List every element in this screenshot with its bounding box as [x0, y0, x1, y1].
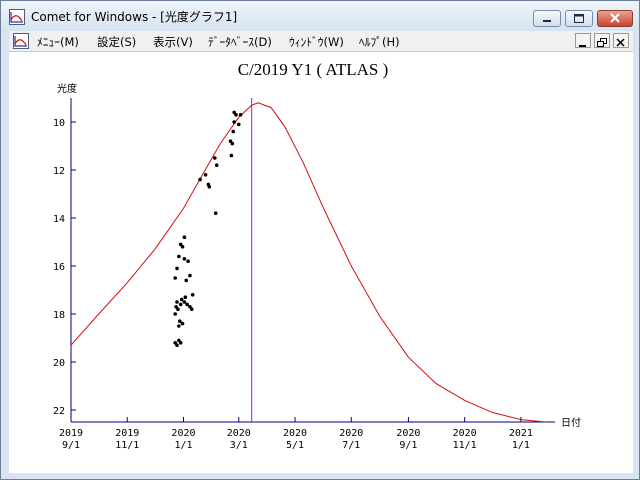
x-tick-year: 2020 [171, 428, 195, 439]
x-tick-date: 11/1 [115, 440, 139, 451]
x-tick-date: 1/1 [174, 440, 192, 451]
observation-point [175, 266, 179, 271]
x-tick-year: 2021 [509, 428, 533, 439]
x-tick-year: 2020 [339, 428, 363, 439]
predicted-curve [70, 102, 546, 423]
y-tick-label: 18 [53, 310, 65, 321]
observation-point [173, 312, 177, 316]
maximize-icon [574, 14, 584, 23]
menu-item-database[interactable]: ﾃﾞｰﾀﾍﾞｰｽ(D) [208, 34, 272, 50]
mdi-minimize-button[interactable] [575, 33, 591, 48]
x-tick-date: 9/1 [399, 440, 417, 451]
observation-point [198, 177, 202, 182]
observation-point [182, 257, 187, 261]
observation-point [230, 141, 235, 146]
minimize-icon [543, 20, 551, 22]
observation-point [214, 163, 219, 167]
menu-item-view[interactable]: 表示(V) [153, 34, 193, 50]
plot-area: 1012141618202220199/1201911/120201/12020… [53, 98, 555, 451]
x-tick-year: 2020 [227, 428, 251, 439]
observation-point [173, 276, 177, 280]
menu-item-menu[interactable]: ﾒﾆｭｰ(M) [37, 34, 79, 50]
menu-item-settings[interactable]: 設定(S) [97, 34, 136, 50]
observation-point [182, 300, 187, 304]
observation-point [182, 235, 187, 239]
close-icon [610, 13, 620, 23]
minimize-button[interactable] [533, 10, 561, 27]
observation-point [232, 120, 236, 124]
x-tick-year: 2020 [283, 428, 307, 439]
observation-point [180, 321, 185, 326]
app-window: Comet for Windows - [光度グラフ1] ﾒﾆｭｰ(M) 設定(… [0, 0, 640, 480]
document-icon[interactable] [13, 33, 29, 49]
observation-point [180, 245, 185, 249]
window-title: Comet for Windows - [光度グラフ1] [31, 10, 238, 24]
x-tick-date: 3/1 [230, 440, 248, 451]
observation-point [183, 295, 188, 299]
restore-icon [597, 38, 607, 47]
observation-point [185, 302, 189, 307]
menu-item-window[interactable]: ｳｨﾝﾄﾞｳ(W) [289, 34, 344, 50]
observation-point [231, 129, 236, 134]
observation-point [207, 185, 212, 189]
close-button[interactable] [597, 10, 633, 27]
observation-point [175, 300, 179, 304]
x-tick-year: 2019 [115, 428, 139, 439]
app-icon [9, 9, 25, 25]
chart-title: C/2019 Y1 ( ATLAS ) [238, 60, 389, 79]
observation-point [186, 259, 190, 263]
graph-client-area: C/2019 Y1 ( ATLAS ) 光度 日付 10 12 14 16 18 20 22… [9, 52, 633, 473]
observation-point [213, 156, 217, 160]
menu-bar: ﾒﾆｭｰ(M) 設定(S) 表示(V) ﾃﾞｰﾀﾍﾞｰｽ(D) ｳｨﾝﾄﾞｳ(W… [9, 31, 633, 52]
maximize-button[interactable] [565, 10, 593, 27]
minimize-icon [579, 45, 586, 47]
x-tick-date: 1/1 [512, 440, 530, 451]
observation-point [177, 254, 181, 259]
x-tick-date: 11/1 [453, 440, 477, 451]
x-tick-year: 2020 [453, 428, 477, 439]
y-tick-label: 16 [53, 262, 65, 273]
observation-point [190, 293, 195, 297]
mdi-close-button[interactable] [613, 33, 629, 48]
x-axis-label: 日付 [561, 416, 581, 429]
observation-point [178, 302, 183, 307]
y-tick-label: 22 [53, 406, 65, 417]
mdi-restore-button[interactable] [594, 33, 610, 48]
observation-point [177, 319, 182, 324]
x-tick-date: 5/1 [286, 440, 304, 451]
observation-point [179, 297, 184, 302]
y-tick-label: 14 [53, 214, 65, 225]
observation-point [177, 324, 181, 328]
x-tick-year: 2020 [396, 428, 420, 439]
observation-point [188, 273, 192, 278]
observation-point [184, 278, 189, 283]
observation-point [213, 211, 218, 215]
x-tick-date: 9/1 [62, 440, 80, 451]
close-icon [616, 38, 625, 47]
y-tick-label: 10 [53, 118, 65, 129]
light-curve-chart[interactable]: C/2019 Y1 ( ATLAS ) 光度 日付 10 12 14 16 18 20 22… [9, 52, 633, 473]
observation-point [175, 343, 179, 348]
menu-item-help[interactable]: ﾍﾙﾌﾟ(H) [359, 34, 400, 50]
x-tick-year: 2019 [59, 428, 83, 439]
y-axis-label: 光度 [57, 82, 77, 95]
x-tick-date: 7/1 [342, 440, 360, 451]
title-bar[interactable]: Comet for Windows - [光度グラフ1] [1, 1, 639, 31]
observation-point [176, 307, 180, 311]
observation-point [203, 173, 208, 177]
observation-point [238, 113, 243, 117]
observation-point [189, 307, 194, 311]
observation-point [234, 113, 238, 117]
observation-point [178, 341, 183, 345]
y-tick-label: 12 [53, 166, 65, 177]
y-tick-label: 20 [53, 358, 65, 369]
observation-point [229, 153, 234, 158]
observation-point [236, 122, 241, 127]
